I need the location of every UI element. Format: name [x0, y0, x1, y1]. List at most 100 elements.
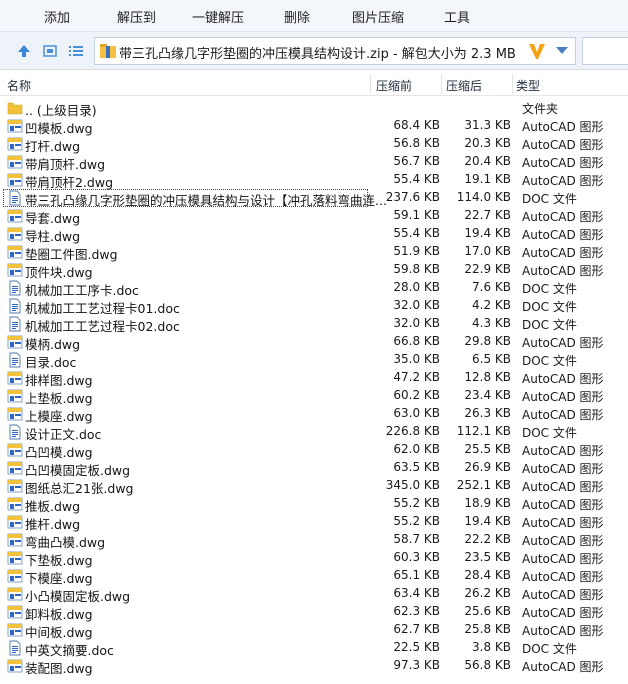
address-bar[interactable]: 带三孔凸缘几字形垫圈的冲压模具结构设计.zip - 解包大小为 2.3 MB	[94, 37, 576, 65]
file-compressed-size: 56.8 KB	[464, 658, 511, 672]
file-row[interactable]: 带肩顶杆2.dwg 55.4 KB 19.1 KB AutoCAD 图形	[0, 171, 628, 190]
file-row[interactable]: 机械加工工序卡.doc 28.0 KB 7.6 KB DOC 文件	[0, 279, 628, 298]
file-row[interactable]: 装配图.dwg 97.3 KB 56.8 KB AutoCAD 图形	[0, 657, 628, 676]
tools-button[interactable]: 工具	[444, 7, 470, 26]
address-path: 带三孔凸缘几字形垫圈的冲压模具结构设计.zip - 解包大小为 2.3 MB	[119, 47, 516, 62]
file-compressed-size: 26.9 KB	[464, 460, 511, 474]
file-row[interactable]: 小凸模固定板.dwg 63.4 KB 26.2 KB AutoCAD 图形	[0, 585, 628, 604]
file-compressed-size: 19.4 KB	[464, 514, 511, 528]
file-row[interactable]: 带三孔凸缘几字形垫圈的冲压模具结构与设计【冲孔落料弯曲连... 237.6 KB 1…	[0, 189, 628, 208]
dwg-icon	[7, 460, 23, 476]
file-compressed-size: 20.3 KB	[464, 136, 511, 150]
dwg-icon	[7, 334, 23, 350]
file-row[interactable]: 凸凹模固定板.dwg 63.5 KB 26.9 KB AutoCAD 图形	[0, 459, 628, 478]
file-row[interactable]: 带肩顶杆.dwg 56.7 KB 20.4 KB AutoCAD 图形	[0, 153, 628, 172]
file-compressed-size: 17.0 KB	[464, 244, 511, 258]
file-compressed-size: 7.6 KB	[472, 280, 511, 294]
delete-button[interactable]: 删除	[284, 7, 310, 26]
file-type: AutoCAD 图形	[522, 444, 604, 458]
column-header: 名称 压缩前 压缩后 类型	[0, 72, 628, 96]
file-row[interactable]: 中英文摘要.doc 22.5 KB 3.8 KB DOC 文件	[0, 639, 628, 658]
file-row[interactable]: 推杆.dwg 55.2 KB 19.4 KB AutoCAD 图形	[0, 513, 628, 532]
dwg-icon	[7, 514, 23, 530]
file-row[interactable]: 机械加工工艺过程卡02.doc 32.0 KB 4.3 KB DOC 文件	[0, 315, 628, 334]
search-input[interactable]	[582, 37, 628, 65]
file-compressed-size: 12.8 KB	[464, 370, 511, 384]
file-type: AutoCAD 图形	[522, 462, 604, 476]
file-row[interactable]: 下垫板.dwg 60.3 KB 23.5 KB AutoCAD 图形	[0, 549, 628, 568]
file-row[interactable]: 上模座.dwg 63.0 KB 26.3 KB AutoCAD 图形	[0, 405, 628, 424]
column-compressed[interactable]: 压缩后	[446, 77, 482, 94]
file-compressed-size: 22.7 KB	[464, 208, 511, 222]
file-row[interactable]: 凹模板.dwg 68.4 KB 31.3 KB AutoCAD 图形	[0, 117, 628, 136]
file-size: 55.4 KB	[393, 172, 440, 186]
file-row[interactable]: 顶件块.dwg 59.8 KB 22.9 KB AutoCAD 图形	[0, 261, 628, 280]
one-click-extract-button[interactable]: 一键解压	[192, 7, 244, 26]
file-size: 60.3 KB	[393, 550, 440, 564]
file-row[interactable]: 凸凹模.dwg 62.0 KB 25.5 KB AutoCAD 图形	[0, 441, 628, 460]
column-divider[interactable]	[441, 74, 442, 94]
file-compressed-size: 6.5 KB	[472, 352, 511, 366]
file-type: DOC 文件	[522, 282, 577, 296]
file-row[interactable]: 上垫板.dwg 60.2 KB 23.4 KB AutoCAD 图形	[0, 387, 628, 406]
file-row[interactable]: 垫圈工件图.dwg 51.9 KB 17.0 KB AutoCAD 图形	[0, 243, 628, 262]
file-type: AutoCAD 图形	[522, 174, 604, 188]
column-size[interactable]: 压缩前	[376, 77, 412, 94]
file-row[interactable]: 卸料板.dwg 62.3 KB 25.6 KB AutoCAD 图形	[0, 603, 628, 622]
file-type: AutoCAD 图形	[522, 534, 604, 548]
file-row[interactable]: 模柄.dwg 66.8 KB 29.8 KB AutoCAD 图形	[0, 333, 628, 352]
file-size: 226.8 KB	[385, 424, 440, 438]
file-row[interactable]: 导柱.dwg 55.4 KB 19.4 KB AutoCAD 图形	[0, 225, 628, 244]
file-compressed-size: 18.9 KB	[464, 496, 511, 510]
image-compress-button[interactable]: 图片压缩	[352, 7, 404, 26]
file-size: 62.7 KB	[393, 622, 440, 636]
file-row[interactable]: 设计正文.doc 226.8 KB 112.1 KB DOC 文件	[0, 423, 628, 442]
file-row[interactable]: 导套.dwg 59.1 KB 22.7 KB AutoCAD 图形	[0, 207, 628, 226]
file-size: 345.0 KB	[385, 478, 440, 492]
add-button[interactable]: 添加	[44, 7, 70, 26]
extract-to-button[interactable]: 解压到	[117, 7, 156, 26]
file-compressed-size: 25.8 KB	[464, 622, 511, 636]
toolbar: 添加 解压到 一键解压 删除 图片压缩 工具	[0, 0, 628, 32]
chevron-down-icon[interactable]	[556, 47, 568, 55]
file-row[interactable]: .. (上级目录) 文件夹	[0, 99, 628, 118]
dwg-icon	[7, 136, 23, 152]
file-type: AutoCAD 图形	[522, 516, 604, 530]
file-row[interactable]: 下模座.dwg 65.1 KB 28.4 KB AutoCAD 图形	[0, 567, 628, 586]
list-view-icon[interactable]	[68, 43, 84, 59]
file-row[interactable]: 目录.doc 35.0 KB 6.5 KB DOC 文件	[0, 351, 628, 370]
doc-icon	[7, 316, 23, 332]
file-row[interactable]: 弯曲凸模.dwg 58.7 KB 22.2 KB AutoCAD 图形	[0, 531, 628, 550]
file-compressed-size: 31.3 KB	[464, 118, 511, 132]
dwg-icon	[7, 442, 23, 458]
file-type: AutoCAD 图形	[522, 372, 604, 386]
file-size: 68.4 KB	[393, 118, 440, 132]
file-type: AutoCAD 图形	[522, 660, 604, 674]
file-size: 28.0 KB	[393, 280, 440, 294]
file-type: AutoCAD 图形	[522, 552, 604, 566]
file-row[interactable]: 推板.dwg 55.2 KB 18.9 KB AutoCAD 图形	[0, 495, 628, 514]
file-compressed-size: 22.9 KB	[464, 262, 511, 276]
column-divider[interactable]	[370, 74, 371, 94]
file-row[interactable]: 图纸总汇21张.dwg 345.0 KB 252.1 KB AutoCAD 图形	[0, 477, 628, 496]
file-type: AutoCAD 图形	[522, 408, 604, 422]
column-divider[interactable]	[512, 74, 513, 94]
thumbnail-view-icon[interactable]	[42, 43, 58, 59]
v-logo-icon[interactable]	[527, 41, 547, 61]
file-compressed-size: 25.5 KB	[464, 442, 511, 456]
file-compressed-size: 29.8 KB	[464, 334, 511, 348]
up-arrow-icon[interactable]	[16, 43, 32, 59]
file-row[interactable]: 中间板.dwg 62.7 KB 25.8 KB AutoCAD 图形	[0, 621, 628, 640]
column-name[interactable]: 名称	[7, 77, 31, 94]
file-size: 65.1 KB	[393, 568, 440, 582]
dwg-icon	[7, 172, 23, 188]
file-size: 62.3 KB	[393, 604, 440, 618]
file-type: AutoCAD 图形	[522, 156, 604, 170]
file-type: AutoCAD 图形	[522, 588, 604, 602]
file-row[interactable]: 打杆.dwg 56.8 KB 20.3 KB AutoCAD 图形	[0, 135, 628, 154]
file-row[interactable]: 机械加工工艺过程卡01.doc 32.0 KB 4.2 KB DOC 文件	[0, 297, 628, 316]
file-type: AutoCAD 图形	[522, 246, 604, 260]
column-type[interactable]: 类型	[516, 77, 540, 94]
file-row[interactable]: 排样图.dwg 47.2 KB 12.8 KB AutoCAD 图形	[0, 369, 628, 388]
file-size: 237.6 KB	[385, 190, 440, 204]
